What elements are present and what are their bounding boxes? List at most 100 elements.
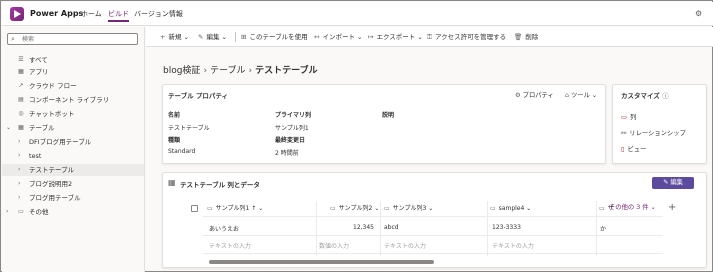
chevron-right-icon[interactable]: ›	[6, 206, 8, 218]
customize-title: カスタマイズ ⓘ	[621, 92, 669, 100]
flow-icon: ↗	[18, 82, 24, 89]
number-column-icon: ▭	[330, 205, 336, 212]
chevron-right-icon[interactable]: ›	[18, 192, 20, 204]
chevron-right-icon[interactable]: ›	[18, 178, 20, 190]
data-cell[interactable]: あいうえお	[209, 224, 239, 233]
breadcrumb-separator-icon: ›	[248, 66, 253, 76]
sidebar-item-component-libraries[interactable]: ▤ コンポーネント ライブラリ	[2, 94, 144, 106]
chatbot-icon: ◎	[18, 110, 24, 117]
use-table-button[interactable]: ⊞ このテーブルを使用	[241, 27, 308, 47]
sidebar-item-label: チャットボット	[29, 110, 75, 118]
sidebar-item-label: すべて	[29, 56, 48, 64]
settings-icon[interactable]: ⚙	[695, 9, 705, 18]
delete-button[interactable]: 🗑 削除	[514, 27, 538, 47]
divider	[316, 201, 317, 256]
description-label: 説明	[382, 112, 395, 119]
sidebar-item-label: DFIブログ用テーブル	[29, 138, 92, 146]
data-cell[interactable]: 12,345	[329, 224, 374, 231]
column-header-sample4[interactable]: ▭ sample4 ⌄	[490, 202, 531, 215]
divider	[235, 32, 236, 42]
more-columns-button[interactable]: その他の 3 件 ⌄	[609, 201, 659, 215]
sidebar-item-chatbots[interactable]: ◎ チャットボット	[2, 108, 144, 120]
divider	[596, 201, 597, 256]
data-cell[interactable]: abcd	[384, 224, 399, 231]
edit-data-button[interactable]: ✎ 編集	[652, 177, 694, 189]
sidebar-item-tables[interactable]: ⌄ ▦ テーブル	[2, 122, 144, 134]
sidebar-item-other[interactable]: › ▭ その他	[2, 206, 144, 218]
sidebar-item-blog-explain-2[interactable]: › ブログ説明用2	[2, 178, 144, 190]
view-icon: ▯	[621, 146, 625, 153]
sidebar-item-apps[interactable]: ▦ アプリ	[2, 66, 144, 78]
sidebar-search[interactable]: ⌕	[7, 33, 138, 45]
primary-column-label: プライマリ列	[275, 112, 312, 119]
manage-access-button[interactable]: ⚿ アクセス許可を管理する	[427, 27, 506, 47]
tools-action[interactable]: ⌂ ツール ⌄	[565, 90, 597, 99]
sidebar-item-label: テーブル	[29, 124, 55, 132]
data-title: テストテーブル 列とデータ	[180, 181, 260, 189]
sidebar-item-label: テストテーブル	[29, 166, 75, 174]
divider	[203, 235, 663, 236]
new-button[interactable]: + 新規 ⌄	[160, 27, 189, 47]
sidebar-item-label: アプリ	[29, 68, 49, 76]
add-column-icon[interactable]: +	[668, 202, 676, 213]
sidebar-item-label: ブログ説明用2	[29, 180, 73, 188]
info-icon[interactable]: ⓘ	[662, 92, 669, 100]
sidebar-item-label: コンポーネント ライブラリ	[29, 96, 110, 104]
edit-button[interactable]: ✎ 編集 ⌄	[198, 27, 227, 47]
apps-icon: ▦	[18, 68, 24, 75]
sidebar-item-label: ブログ用テーブル	[29, 194, 81, 202]
access-icon: ⚿	[427, 33, 432, 41]
nav-build[interactable]: ビルド	[108, 9, 129, 22]
sidebar-item-test-table[interactable]: › テストテーブル	[2, 164, 144, 176]
table-icon: ▦	[18, 124, 24, 131]
sidebar-item-label: その他	[29, 208, 49, 216]
type-label: 種類	[168, 137, 181, 144]
select-all-checkbox[interactable]	[191, 205, 198, 212]
placeholder-cell[interactable]: 数値の入力	[319, 241, 349, 250]
table-use-icon: ⊞	[241, 33, 247, 41]
sidebar-item-blog-table[interactable]: › ブログ用テーブル	[2, 192, 144, 204]
search-input[interactable]	[22, 35, 132, 44]
export-button[interactable]: ↦ エクスポート ⌄	[368, 27, 423, 47]
customize-views[interactable]: ▯ ビュー	[621, 144, 646, 153]
chevron-right-icon[interactable]: ›	[18, 136, 20, 148]
sidebar-item-test[interactable]: › test	[2, 150, 144, 162]
breadcrumb: blog検証 › テーブル › テストテーブル	[163, 63, 318, 76]
divider	[203, 253, 663, 254]
sidebar-item-all[interactable]: ☰ すべて	[2, 54, 144, 66]
chevron-down-icon[interactable]: ⌄	[6, 122, 11, 134]
breadcrumb-current: テストテーブル	[255, 66, 318, 76]
nav-home[interactable]: ホーム	[81, 9, 102, 19]
placeholder-cell[interactable]: テキストの入力	[492, 241, 534, 250]
modified-value: 2 時間前	[275, 150, 299, 157]
properties-action[interactable]: ⚙ プロパティ	[515, 90, 554, 99]
nav-version-info[interactable]: バージョン情報	[134, 9, 183, 19]
plus-icon: +	[160, 33, 166, 41]
horizontal-scrollbar[interactable]	[209, 260, 434, 264]
top-bar: Power Apps ホーム ビルド バージョン情報 ⚙	[2, 2, 713, 26]
column-header-sample1[interactable]: ▭ サンプル列1 ↑ ⌄	[207, 202, 263, 215]
breadcrumb-tables[interactable]: テーブル	[210, 66, 245, 76]
search-icon: ⌕	[11, 35, 15, 43]
import-button[interactable]: ↤ インポート ⌄	[314, 27, 362, 47]
data-cell[interactable]: 123-3333	[492, 224, 521, 231]
sidebar: ⌕ ☰ すべて ▦ アプリ ↗ クラウド フロー ▤ コンポーネント ライブラリ…	[2, 27, 145, 272]
data-cell[interactable]: か	[600, 224, 606, 233]
sidebar-item-cloud-flows[interactable]: ↗ クラウド フロー	[2, 80, 144, 92]
customize-columns[interactable]: ▭ 列	[621, 112, 636, 121]
placeholder-cell[interactable]: テキストの入力	[384, 241, 426, 250]
column-header-sample3[interactable]: ▭ サンプル列3 ⌄	[384, 202, 433, 215]
power-apps-logo-icon[interactable]	[10, 7, 24, 21]
placeholder-cell[interactable]: テキストの入力	[209, 241, 251, 250]
text-column-icon: ▭	[490, 205, 496, 212]
table-properties-card: テーブル プロパティ ⚙ プロパティ ⌂ ツール ⌄ 名前 テストテーブル 種類 S…	[162, 84, 606, 164]
chevron-right-icon[interactable]: ›	[18, 164, 20, 176]
breadcrumb-root[interactable]: blog検証	[163, 66, 200, 76]
gear-icon: ⚙	[515, 92, 521, 99]
customize-relationships[interactable]: ⚯ リレーションシップ	[621, 128, 686, 137]
sidebar-item-dfi-blog-table[interactable]: › DFIブログ用テーブル	[2, 136, 144, 148]
chevron-right-icon[interactable]: ›	[18, 150, 20, 162]
column-header-sample2[interactable]: ▭ サンプル列2 ⌄	[330, 202, 379, 215]
grid-icon: ▦	[168, 178, 176, 187]
app-brand[interactable]: Power Apps	[30, 9, 83, 18]
